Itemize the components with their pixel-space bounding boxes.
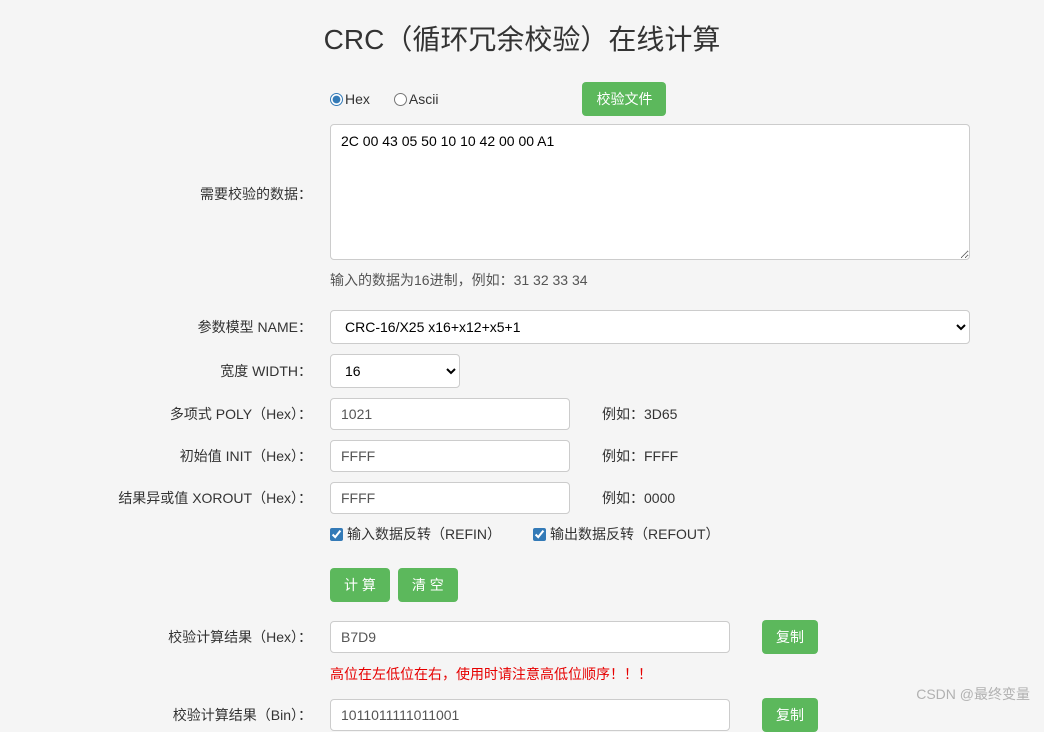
action-buttons: 计 算 清 空 — [40, 568, 1020, 602]
xorout-label: 结果异或值 XOROUT（Hex）： — [40, 488, 330, 508]
copy-hex-button[interactable]: 复制 — [762, 620, 818, 654]
refout-checkbox-label[interactable]: 输出数据反转（REFOUT） — [533, 524, 720, 544]
model-select[interactable]: CRC-16/X25 x16+x12+x5+1 — [330, 310, 970, 344]
result-bin-input[interactable] — [330, 699, 730, 731]
input-mode-row: Hex Ascii 校验文件 — [40, 82, 1020, 116]
width-select[interactable]: 16 — [330, 354, 460, 388]
ascii-radio-label[interactable]: Ascii — [394, 91, 439, 107]
refin-checkbox-label[interactable]: 输入数据反转（REFIN） — [330, 524, 501, 544]
result-hex-label: 校验计算结果（Hex）： — [40, 627, 330, 647]
data-input-hint: 输入的数据为16进制，例如：31 32 33 34 — [40, 270, 1020, 290]
result-hex-input[interactable] — [330, 621, 730, 653]
init-example: 例如：FFFF — [602, 446, 678, 466]
reflect-row: 输入数据反转（REFIN） 输出数据反转（REFOUT） — [40, 524, 1020, 544]
refout-text: 输出数据反转（REFOUT） — [550, 524, 720, 544]
poly-input[interactable] — [330, 398, 570, 430]
init-label: 初始值 INIT（Hex）： — [40, 446, 330, 466]
watermark: CSDN @最终变量 — [916, 684, 1030, 704]
init-input[interactable] — [330, 440, 570, 472]
clear-button[interactable]: 清 空 — [398, 568, 458, 602]
hex-radio-text: Hex — [345, 91, 370, 107]
calculate-button[interactable]: 计 算 — [330, 568, 390, 602]
refin-text: 输入数据反转（REFIN） — [347, 524, 501, 544]
data-input-label: 需要校验的数据： — [40, 124, 330, 204]
poly-label: 多项式 POLY（Hex）： — [40, 404, 330, 424]
crc-form: Hex Ascii 校验文件 需要校验的数据： 2C 00 43 05 50 1… — [40, 82, 1020, 732]
verify-file-button[interactable]: 校验文件 — [582, 82, 666, 116]
model-label: 参数模型 NAME： — [40, 317, 330, 337]
data-input[interactable]: 2C 00 43 05 50 10 10 42 00 00 A1 — [330, 124, 970, 260]
ascii-radio[interactable] — [394, 93, 407, 106]
hex-radio[interactable] — [330, 93, 343, 106]
width-label: 宽度 WIDTH： — [40, 361, 330, 381]
poly-example: 例如：3D65 — [602, 404, 677, 424]
xorout-example: 例如：0000 — [602, 488, 675, 508]
ascii-radio-text: Ascii — [409, 91, 439, 107]
refout-checkbox[interactable] — [533, 528, 546, 541]
page-title: CRC（循环冗余校验）在线计算 — [0, 0, 1044, 82]
result-hex-hint: 高位在左低位在右，使用时请注意高低位顺序！！！ — [40, 664, 1020, 684]
refin-checkbox[interactable] — [330, 528, 343, 541]
result-bin-label: 校验计算结果（Bin）： — [40, 705, 330, 725]
copy-bin-button[interactable]: 复制 — [762, 698, 818, 732]
hex-radio-label[interactable]: Hex — [330, 91, 370, 107]
xorout-input[interactable] — [330, 482, 570, 514]
